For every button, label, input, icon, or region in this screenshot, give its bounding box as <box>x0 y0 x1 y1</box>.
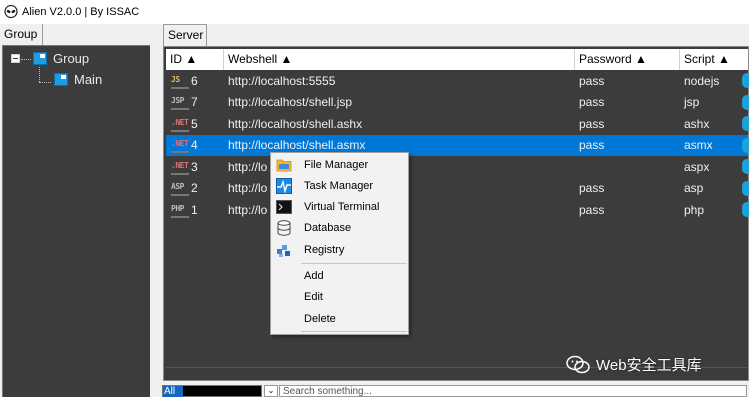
tree-node-group[interactable]: Group <box>33 51 89 66</box>
terminal-icon <box>276 199 292 215</box>
tree-node-main[interactable]: Main <box>54 72 102 87</box>
row-id: 4 <box>191 138 198 153</box>
grid-rows: JS 6 http://localhost:5555 pass nodejs JS… <box>166 70 749 221</box>
table-row[interactable]: .NET 5 http://localhost/shell.ashx pass a… <box>166 113 749 135</box>
window-title: Alien V2.0.0 | By ISSAC <box>22 6 140 18</box>
group-tree[interactable]: Group Main <box>2 45 150 397</box>
table-row[interactable]: JS 6 http://localhost:5555 pass nodejs <box>166 70 749 92</box>
status-indicator <box>742 202 749 217</box>
menu-item-delete[interactable]: Delete <box>273 308 408 329</box>
row-webshell: http://localhost/shell.ashx <box>228 116 363 131</box>
row-id: 5 <box>191 116 198 131</box>
alien-icon <box>4 5 18 19</box>
jsp-type-icon: JSP <box>171 94 189 111</box>
row-id: 2 <box>191 181 198 196</box>
table-row[interactable]: PHP 1 http://lo pass php <box>166 199 749 221</box>
row-password: pass <box>579 181 605 196</box>
status-indicator <box>742 73 749 88</box>
folder-icon <box>54 73 68 86</box>
row-password: pass <box>579 202 605 217</box>
column-header-webshell[interactable]: Webshell ▲ <box>224 49 575 70</box>
row-script: asp <box>684 181 704 196</box>
filter-select[interactable]: All <box>162 385 262 397</box>
table-row[interactable]: .NET 3 http://lo aspx <box>166 156 749 178</box>
row-script: nodejs <box>684 73 720 88</box>
column-header-script[interactable]: Script ▲ <box>680 49 748 70</box>
context-menu: File Manager Task Manager Virtual Termin… <box>270 152 409 335</box>
menu-item-add[interactable]: Add <box>273 265 408 286</box>
status-indicator <box>742 94 749 110</box>
tree-node-label: Main <box>74 72 103 87</box>
js-type-icon: JS <box>171 73 189 89</box>
row-script: php <box>684 202 705 217</box>
menu-item-task-manager[interactable]: Task Manager <box>273 175 408 196</box>
grid-header: ID ▲ Webshell ▲ Password ▲ Script ▲ <box>166 49 748 70</box>
menu-item-database[interactable]: Database <box>273 217 408 238</box>
wechat-icon <box>566 355 590 373</box>
row-webshell: http://localhost/shell.asmx <box>228 138 366 153</box>
menu-item-registry[interactable]: Registry <box>273 239 408 260</box>
row-script: jsp <box>684 95 700 110</box>
row-id: 3 <box>191 159 198 174</box>
watermark: Web安全工具库 <box>566 354 702 375</box>
tab-group[interactable]: Group <box>0 24 43 45</box>
status-indicator <box>742 116 749 131</box>
row-webshell: http://localhost/shell.jsp <box>228 95 353 110</box>
activity-icon <box>276 177 292 194</box>
column-header-password[interactable]: Password ▲ <box>575 49 680 70</box>
row-password: pass <box>579 95 605 110</box>
dotnet-type-icon: .NET <box>171 159 189 175</box>
php-type-icon: PHP <box>171 202 189 218</box>
row-id: 1 <box>191 202 198 217</box>
row-password: pass <box>579 116 605 131</box>
asp-type-icon: ASP <box>171 180 189 197</box>
row-password: pass <box>579 138 605 153</box>
menu-separator <box>301 331 407 332</box>
row-id: 7 <box>191 95 198 110</box>
title-bar: Alien V2.0.0 | By ISSAC <box>0 0 749 24</box>
registry-icon <box>276 242 292 258</box>
folder-icon <box>33 52 47 65</box>
dotnet-type-icon: .NET <box>171 116 189 132</box>
search-input[interactable] <box>279 385 747 397</box>
tree-node-label: Group <box>53 51 90 66</box>
table-row[interactable]: ASP 2 http://lo pass asp <box>166 177 749 199</box>
dotnet-type-icon: .NET <box>171 137 189 154</box>
folder-open-icon <box>276 157 292 173</box>
menu-item-virtual-terminal[interactable]: Virtual Terminal <box>273 196 408 217</box>
status-indicator <box>742 159 749 174</box>
database-icon <box>276 219 292 236</box>
row-script: asmx <box>684 138 713 153</box>
row-script: ashx <box>684 116 710 131</box>
tree-collapse-toggle[interactable] <box>11 54 20 63</box>
row-password: pass <box>579 73 605 88</box>
search-bar: All ⌄ <box>160 384 749 397</box>
filter-selected-value: All <box>163 386 183 397</box>
row-webshell: http://localhost:5555 <box>228 73 336 88</box>
table-row[interactable]: JSP 7 http://localhost/shell.jsp pass jsp <box>166 91 749 113</box>
server-list[interactable]: ID ▲ Webshell ▲ Password ▲ Script ▲ JS 6 … <box>163 46 749 381</box>
menu-item-file-manager[interactable]: File Manager <box>273 154 408 175</box>
group-panel: Group Group Main <box>0 24 155 397</box>
tab-server[interactable]: Server <box>163 24 207 46</box>
chevron-down-icon[interactable]: ⌄ <box>264 385 278 397</box>
menu-item-edit[interactable]: Edit <box>273 286 408 307</box>
status-indicator <box>742 137 749 153</box>
row-id: 6 <box>191 73 198 88</box>
status-indicator <box>742 180 749 196</box>
column-header-id[interactable]: ID ▲ <box>166 49 224 70</box>
watermark-text: Web安全工具库 <box>596 357 702 374</box>
row-script: aspx <box>684 159 710 174</box>
menu-separator <box>301 263 407 264</box>
table-row-selected[interactable]: .NET 4 http://localhost/shell.asmx pass a… <box>166 134 749 156</box>
